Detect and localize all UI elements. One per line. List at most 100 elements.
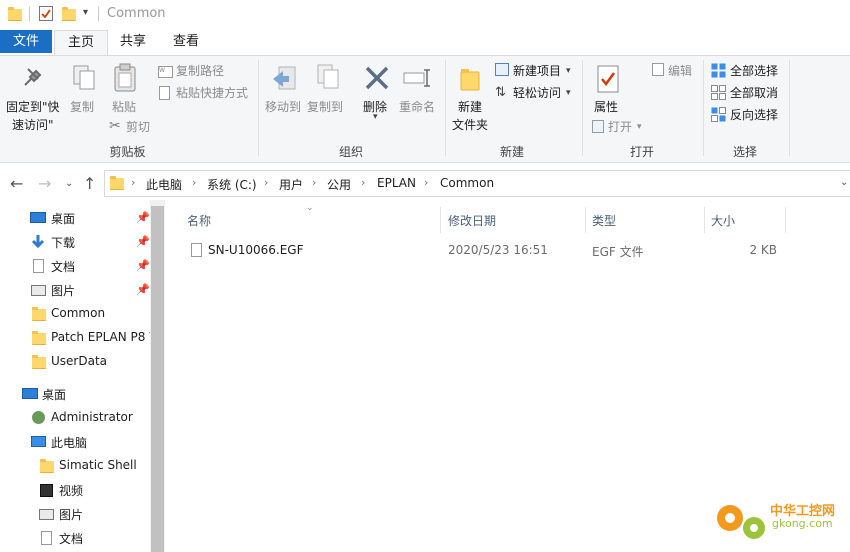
tab-view[interactable]: 查看: [160, 30, 212, 54]
properties-quick-icon[interactable]: [39, 6, 53, 21]
pinned-icon: 📌: [136, 211, 150, 224]
column-separator[interactable]: [440, 207, 441, 233]
breadcrumb-users[interactable]: 用户: [279, 176, 303, 193]
nav-documents[interactable]: 文档: [59, 530, 83, 547]
file-name[interactable]: SN-U10066.EGF: [208, 243, 303, 257]
edit-button[interactable]: 编辑: [668, 62, 692, 80]
breadcrumb-eplan[interactable]: EPLAN: [377, 176, 416, 190]
new-folder-icon: [460, 66, 482, 95]
nav-videos[interactable]: 视频: [59, 482, 83, 499]
easy-access-icon: ⇅: [495, 85, 506, 100]
column-separator[interactable]: [585, 207, 586, 233]
desktop-icon: [30, 212, 46, 223]
tab-file[interactable]: 文件: [0, 30, 52, 53]
nav-quick-userdata[interactable]: UserData: [51, 354, 107, 368]
video-icon: [40, 484, 53, 497]
tab-home[interactable]: 主页: [54, 30, 108, 55]
column-header-type[interactable]: 类型: [592, 212, 616, 229]
new-folder-label-line2: 文件夹: [452, 118, 489, 132]
move-to-button[interactable]: 移动到: [265, 98, 301, 116]
breadcrumb-common[interactable]: Common: [440, 176, 494, 190]
group-label-open: 打开: [629, 145, 654, 159]
scissors-icon: ✂: [109, 118, 121, 134]
select-all-button[interactable]: 全部选择: [730, 62, 778, 80]
edit-icon: [652, 63, 664, 76]
tab-share[interactable]: 共享: [108, 30, 158, 54]
breadcrumb-this-pc[interactable]: 此电脑: [146, 176, 182, 193]
copy-to-icon: [314, 63, 342, 96]
new-item-dropdown-icon[interactable]: ▾: [566, 62, 571, 80]
rename-button[interactable]: 重命名: [399, 98, 435, 116]
paste-shortcut-icon: [159, 86, 170, 100]
new-item-button[interactable]: 新建项目: [513, 62, 561, 80]
properties-button[interactable]: 属性: [594, 98, 618, 116]
recent-locations-icon[interactable]: ⌄: [65, 178, 73, 189]
ribbon-separator: [258, 60, 259, 156]
nav-quick-documents[interactable]: 文档: [51, 258, 75, 275]
column-separator[interactable]: [704, 207, 705, 233]
column-header-name[interactable]: 名称: [187, 212, 211, 229]
paste-shortcut-button[interactable]: 粘贴快捷方式: [176, 84, 248, 102]
open-button[interactable]: 打开: [608, 118, 632, 136]
user-icon: [32, 411, 45, 424]
pin-to-quick-access-button[interactable]: 固定到"快 速访问": [6, 98, 60, 134]
delete-x-icon: [364, 65, 390, 94]
nav-quick-patch-eplan[interactable]: Patch EPLAN P8 V: [51, 330, 150, 344]
invert-selection-button[interactable]: 反向选择: [730, 106, 778, 124]
up-arrow-icon[interactable]: ↑: [83, 174, 96, 193]
nav-quick-pictures[interactable]: 图片: [51, 282, 75, 299]
file-size: 2 KB: [749, 243, 777, 257]
breadcrumb-chevron: ›: [361, 176, 366, 189]
paste-icon: [113, 62, 137, 95]
back-arrow-icon[interactable]: ←: [10, 174, 23, 193]
breadcrumb-public[interactable]: 公用: [327, 176, 351, 193]
nav-pictures[interactable]: 图片: [59, 506, 83, 523]
file-icon: [191, 243, 202, 257]
pinned-icon: 📌: [136, 235, 150, 248]
nav-desktop[interactable]: 桌面: [42, 386, 66, 403]
window-title: Common: [107, 6, 166, 21]
copy-path-icon: W: [158, 66, 173, 78]
copy-path-button[interactable]: 复制路径: [176, 62, 224, 80]
nav-quick-common[interactable]: Common: [51, 306, 105, 320]
pinned-icon: 📌: [136, 283, 150, 296]
breadcrumb-system-c[interactable]: 系统 (C:): [207, 176, 257, 193]
breadcrumb-chevron: ›: [264, 176, 269, 189]
group-label-new: 新建: [499, 145, 524, 159]
nav-administrator[interactable]: Administrator: [51, 410, 133, 424]
easy-access-button[interactable]: 轻松访问: [513, 84, 561, 102]
customize-quick-access-icon[interactable]: ▾: [83, 7, 88, 18]
nav-quick-downloads[interactable]: 下载: [51, 234, 75, 251]
address-dropdown-icon[interactable]: ⌄: [840, 177, 848, 188]
pinned-icon: 📌: [136, 259, 150, 272]
copy-icon: [72, 64, 96, 95]
desktop-icon: [22, 388, 38, 399]
column-separator[interactable]: [785, 207, 786, 233]
group-label-select: 选择: [732, 145, 757, 159]
breadcrumb-chevron: ›: [192, 176, 197, 189]
select-none-button[interactable]: 全部取消: [730, 84, 778, 102]
open-dropdown-icon[interactable]: ▾: [637, 118, 642, 136]
copy-button[interactable]: 复制: [70, 98, 94, 116]
nav-quick-desktop[interactable]: 桌面: [51, 210, 75, 227]
new-folder-quick-icon[interactable]: [62, 7, 76, 21]
column-header-date[interactable]: 修改日期: [448, 212, 496, 229]
new-folder-button[interactable]: 新建 文件夹: [452, 98, 488, 134]
forward-arrow-icon[interactable]: →: [38, 174, 51, 193]
quick-access-separator: [98, 7, 99, 21]
copy-to-button[interactable]: 复制到: [307, 98, 343, 116]
document-icon: [33, 259, 44, 273]
cut-button[interactable]: 剪切: [126, 118, 150, 136]
column-header-size[interactable]: 大小: [711, 212, 735, 229]
nav-simatic-shell[interactable]: Simatic Shell: [59, 458, 137, 472]
move-to-icon: [271, 65, 299, 96]
ribbon-separator: [703, 60, 704, 156]
nav-this-pc[interactable]: 此电脑: [51, 434, 87, 451]
nav-scrollbar-thumb[interactable]: [151, 206, 164, 552]
folder-icon: [40, 459, 54, 473]
paste-button[interactable]: 粘贴: [112, 98, 136, 116]
delete-dropdown-icon[interactable]: ▾: [373, 112, 378, 122]
ribbon-separator: [789, 60, 790, 156]
file-modified-date: 2020/5/23 16:51: [448, 243, 548, 257]
easy-access-dropdown-icon[interactable]: ▾: [566, 84, 571, 102]
